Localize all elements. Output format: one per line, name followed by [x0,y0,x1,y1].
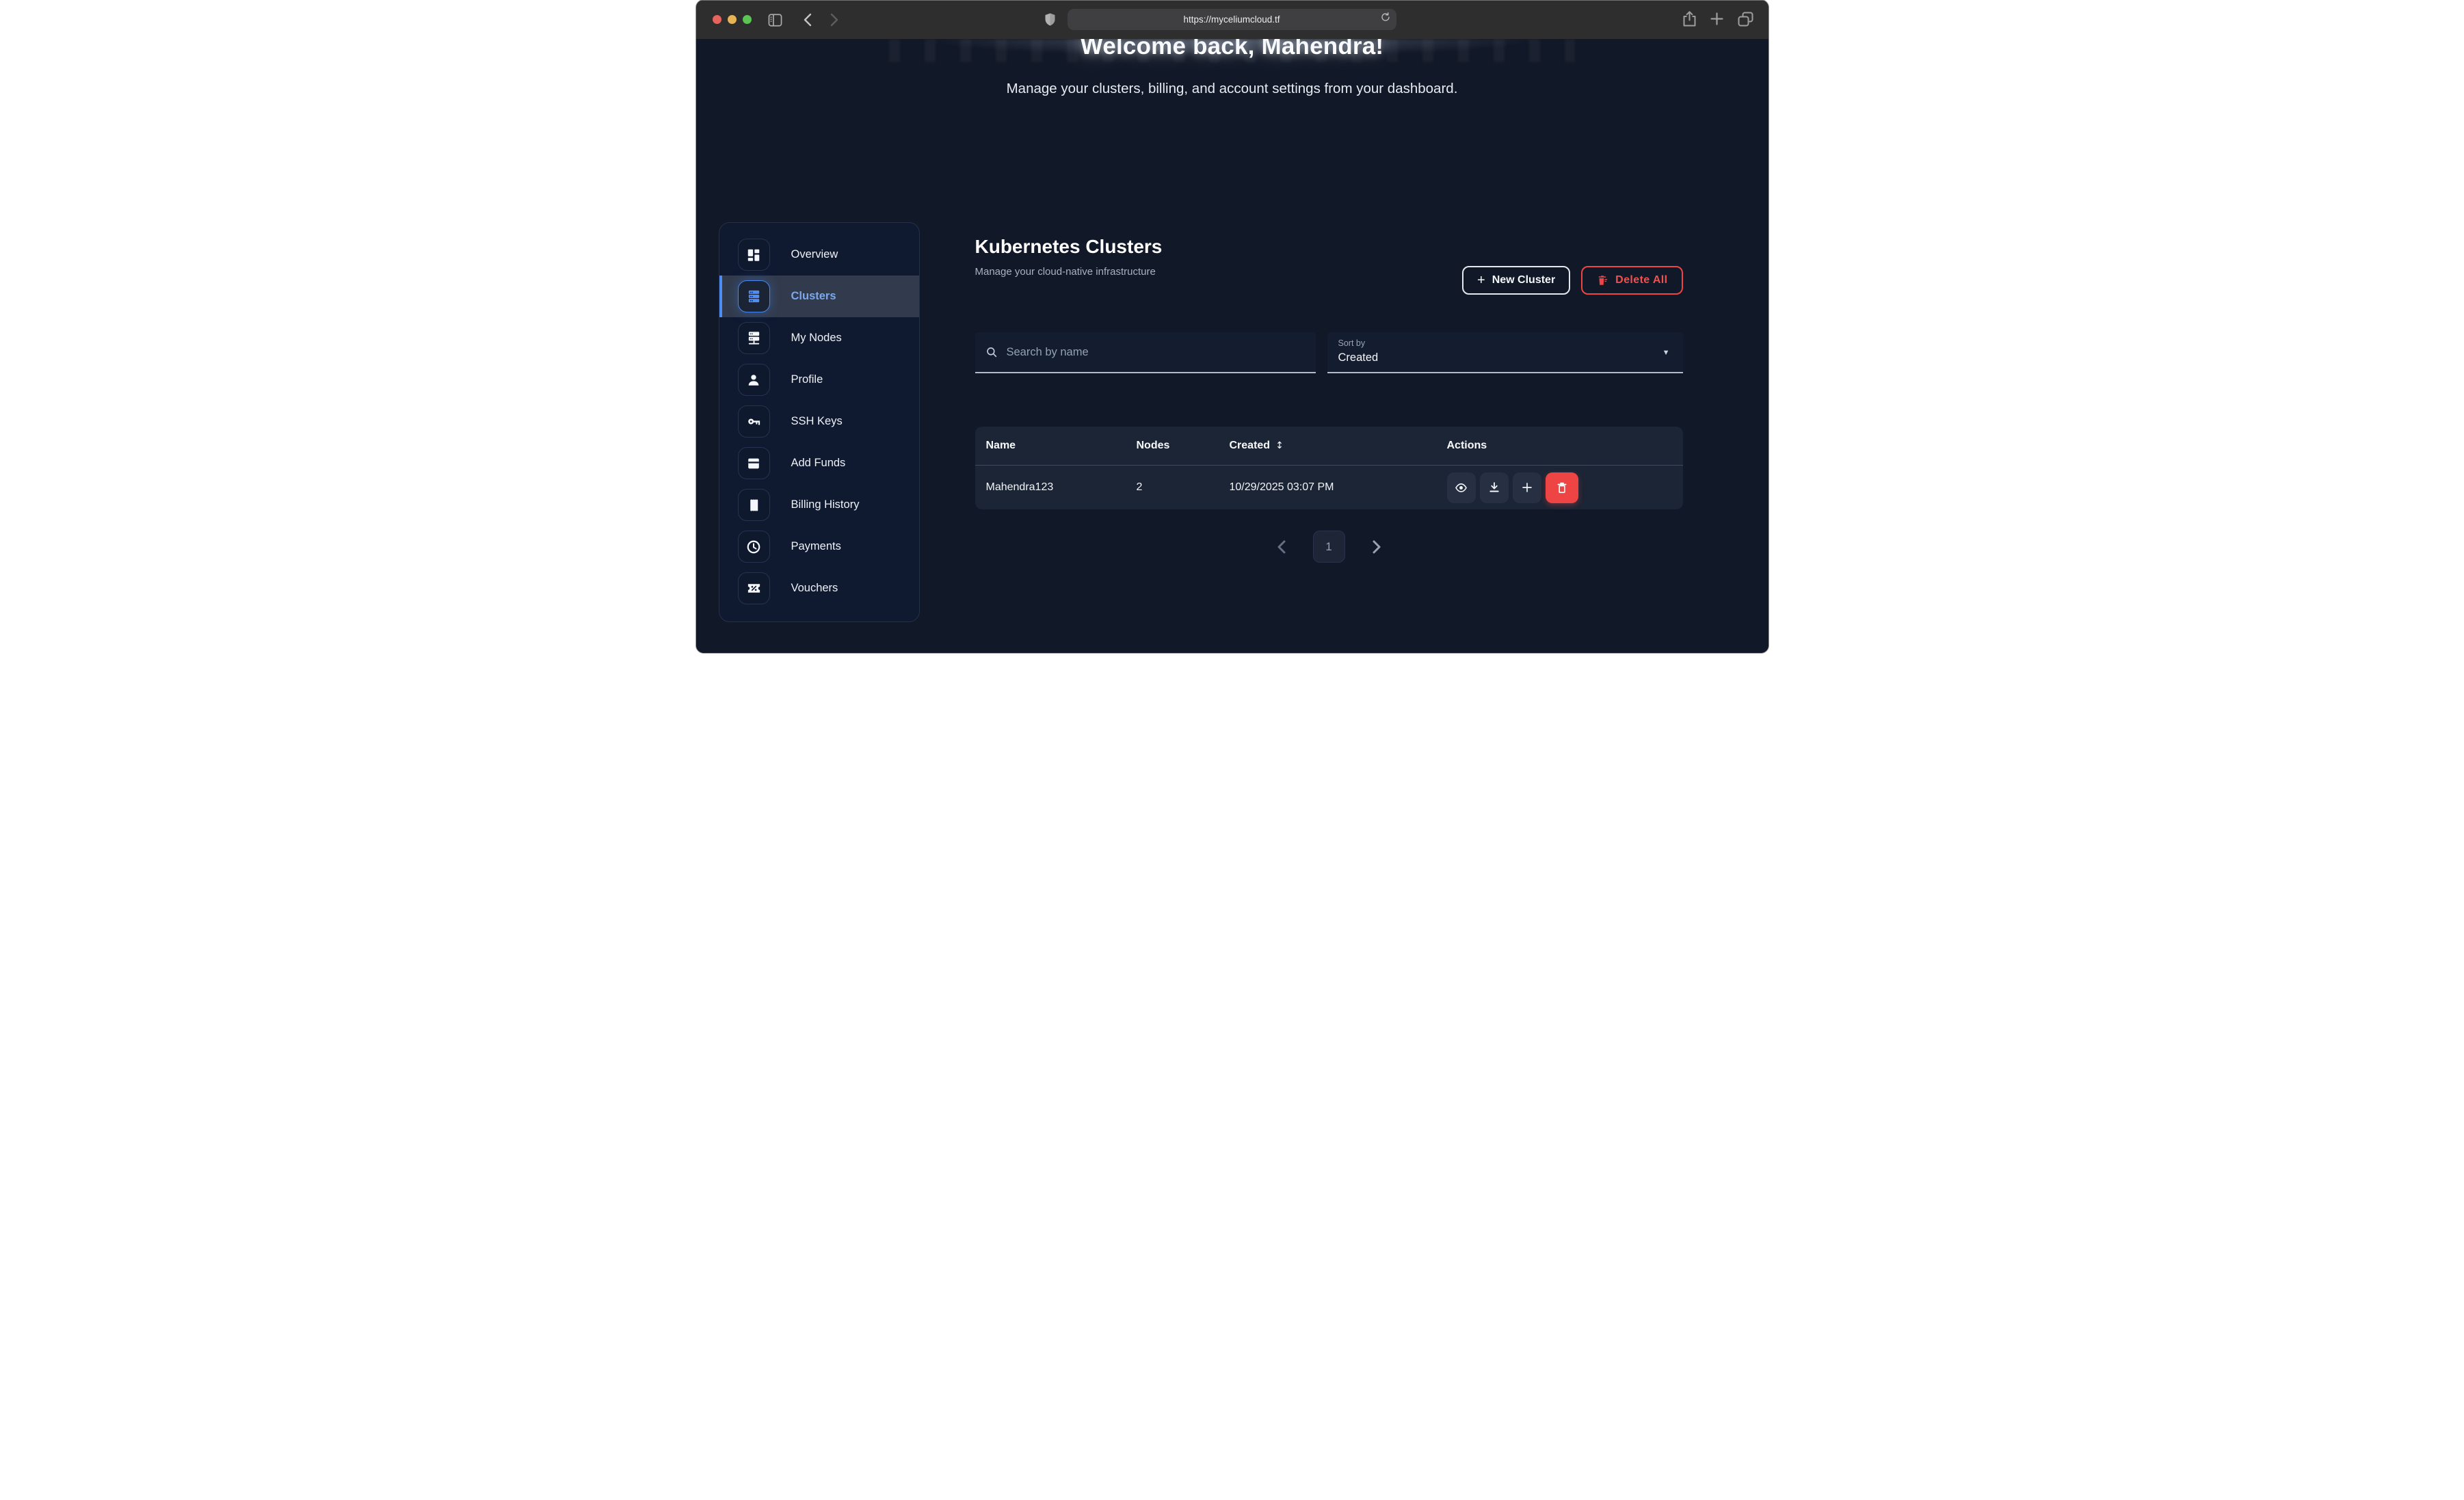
nodes-icon [738,322,770,354]
sidebar-item-label: Billing History [791,498,860,511]
wallet-icon [738,447,770,479]
chevron-down-icon: ▼ [1662,349,1670,357]
cluster-nodes-cell: 2 [1137,481,1230,494]
row-actions [1447,472,1672,503]
url-text: https://myceliumcloud.tf [1183,14,1280,25]
privacy-shield-icon[interactable] [1045,13,1055,29]
search-icon [985,346,998,358]
sidebar-toggle-icon[interactable] [767,12,784,28]
cluster-created-cell: 10/29/2025 03:07 PM [1230,481,1447,494]
sidebar-item-overview[interactable]: Overview [719,234,919,276]
browser-toolbar: https://myceliumcloud.tf [696,0,1768,39]
clusters-table: Name Nodes Created↕ Actions Mahendra123 … [975,427,1683,509]
forward-icon[interactable] [825,12,843,28]
welcome-title: Welcome back, Mahendra! [696,39,1768,60]
sidebar-item-billing-history[interactable]: Billing History [719,484,919,526]
plus-icon: + [1477,273,1485,289]
col-header-nodes: Nodes [1137,440,1230,452]
reload-icon[interactable] [1380,12,1391,26]
delete-all-button[interactable]: Delete All [1581,266,1682,295]
col-header-actions: Actions [1447,440,1672,452]
pagination: 1 [975,531,1683,563]
new-tab-icon[interactable] [1710,12,1723,29]
back-icon[interactable] [799,12,817,28]
address-bar[interactable]: https://myceliumcloud.tf [1068,9,1396,30]
toolbar-right-icons [1683,11,1753,30]
sidebar-item-label: Overview [791,248,838,261]
sidebar-item-label: Payments [791,540,841,553]
table-row: Mahendra123 2 10/29/2025 03:07 PM [975,466,1683,509]
receipt-icon [738,489,770,521]
next-page-icon[interactable] [1373,540,1381,554]
clusters-section: Kubernetes Clusters Manage your cloud-na… [975,236,1683,563]
cluster-name-cell: Mahendra123 [986,481,1137,494]
servers-icon [738,280,770,312]
zoom-window-button[interactable] [743,15,752,24]
sort-updown-icon: ↕ [1275,440,1284,451]
delete-cluster-button[interactable] [1546,472,1578,503]
col-header-name: Name [986,440,1137,452]
sidebar-item-payments[interactable]: Payments [719,526,919,567]
sidebar-item-clusters[interactable]: Clusters [719,276,919,317]
ticket-icon [738,572,770,604]
table-header-row: Name Nodes Created↕ Actions [975,427,1683,466]
previous-page-icon[interactable] [1277,540,1286,554]
trash-icon [1556,481,1568,494]
dashboard-page: Welcome back, Mahendra! Manage your clus… [696,39,1768,653]
trash-sweep-icon [1596,274,1608,286]
page-subtitle: Manage your cloud-native infrastructure [975,266,1163,278]
share-icon[interactable] [1683,11,1696,30]
welcome-subtitle: Manage your clusters, billing, and accou… [696,81,1768,97]
col-header-created[interactable]: Created↕ [1230,440,1447,452]
dashboard-icon [738,239,770,271]
user-icon [738,364,770,396]
sidebar-nav: Overview Clusters My Nodes Profile [719,222,920,622]
sort-by-select[interactable]: Sort by Created ▼ [1327,332,1683,373]
sort-by-value: Created [1338,351,1672,364]
add-node-button[interactable] [1513,472,1541,503]
eye-icon [1455,481,1468,494]
key-icon [738,405,770,438]
search-field [975,332,1316,373]
sidebar-item-label: Profile [791,373,823,386]
browser-window: https://myceliumcloud.tf Welcome back, M… [696,0,1768,653]
plus-icon [1521,481,1533,494]
minimize-window-button[interactable] [728,15,737,24]
download-kubeconfig-button[interactable] [1480,472,1509,503]
sidebar-item-add-funds[interactable]: Add Funds [719,442,919,484]
page-number[interactable]: 1 [1313,531,1345,563]
sidebar-item-ssh-keys[interactable]: SSH Keys [719,401,919,442]
traffic-lights [713,15,752,24]
page-title: Kubernetes Clusters [975,236,1163,258]
sidebar-item-label: Clusters [791,290,836,303]
welcome-hero: Welcome back, Mahendra! Manage your clus… [696,39,1768,97]
view-cluster-button[interactable] [1447,472,1476,503]
sidebar-item-vouchers[interactable]: Vouchers [719,567,919,609]
search-input[interactable] [1005,345,1306,360]
sidebar-item-label: Vouchers [791,582,838,595]
tab-overview-icon[interactable] [1738,12,1753,30]
close-window-button[interactable] [713,15,721,24]
sidebar-item-my-nodes[interactable]: My Nodes [719,317,919,359]
new-cluster-button[interactable]: + New Cluster [1462,266,1570,295]
sidebar-item-label: Add Funds [791,457,846,470]
sidebar-item-label: SSH Keys [791,415,843,428]
sort-by-label: Sort by [1338,338,1672,348]
download-icon [1488,481,1500,494]
sidebar-item-label: My Nodes [791,332,842,345]
clock-icon [738,531,770,563]
sidebar-item-profile[interactable]: Profile [719,359,919,401]
